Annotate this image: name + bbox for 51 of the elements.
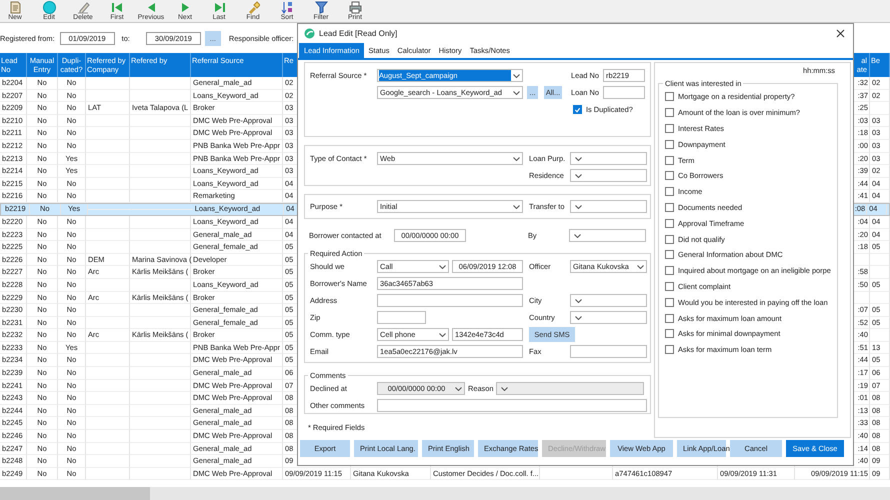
pencil-icon xyxy=(76,1,90,14)
checkbox[interactable] xyxy=(665,202,674,212)
sort-icon xyxy=(280,1,294,14)
chevron-icon xyxy=(575,298,582,302)
printer-icon xyxy=(348,1,362,14)
chevron-icon xyxy=(513,90,520,94)
checkbox[interactable] xyxy=(665,329,674,338)
chevron-icon xyxy=(575,156,582,160)
logo-icon xyxy=(304,28,315,39)
text-field[interactable] xyxy=(603,86,645,99)
window-title: Lead Edit [Read Only] xyxy=(319,29,398,38)
checkbox[interactable] xyxy=(665,140,674,149)
flashlight-icon xyxy=(246,1,260,14)
checkbox[interactable] xyxy=(665,282,674,291)
chevron-icon xyxy=(513,204,520,208)
checkbox[interactable] xyxy=(573,105,582,114)
checkbox[interactable] xyxy=(665,250,674,260)
checkbox[interactable] xyxy=(665,92,674,102)
filter-icon xyxy=(314,1,328,14)
chevron-icon xyxy=(637,264,644,268)
checkbox[interactable] xyxy=(665,234,674,244)
checkbox[interactable] xyxy=(665,218,674,228)
text-field[interactable] xyxy=(377,311,426,324)
checkbox[interactable] xyxy=(665,156,674,165)
chevron-icon xyxy=(439,332,446,336)
chevron-icon xyxy=(574,234,581,238)
scrollbar[interactable] xyxy=(0,487,890,500)
checkbox[interactable] xyxy=(665,187,674,196)
text-field[interactable] xyxy=(377,399,647,412)
chevron-icon xyxy=(575,316,582,320)
chevron-icon xyxy=(513,74,520,78)
checkbox[interactable] xyxy=(665,171,674,180)
checkbox[interactable] xyxy=(665,108,674,118)
text-field[interactable] xyxy=(570,345,647,358)
checkbox[interactable] xyxy=(665,266,674,276)
chevron-icon xyxy=(439,264,446,268)
chevron-icon xyxy=(575,174,582,178)
checkbox[interactable] xyxy=(665,124,674,133)
checkbox[interactable] xyxy=(665,298,674,307)
chevron-icon xyxy=(455,386,462,390)
skip-back-icon xyxy=(110,1,124,14)
scrollbar-thumb[interactable] xyxy=(0,487,150,500)
chevron-icon xyxy=(575,204,582,208)
skip-forward-icon xyxy=(212,1,226,14)
chevron-icon xyxy=(513,156,520,160)
checkbox[interactable] xyxy=(665,345,674,354)
close-icon[interactable] xyxy=(836,29,845,38)
chevron-icon xyxy=(501,386,508,390)
document-icon xyxy=(8,1,22,14)
text-field[interactable] xyxy=(377,294,523,307)
checkbox[interactable] xyxy=(665,314,674,323)
